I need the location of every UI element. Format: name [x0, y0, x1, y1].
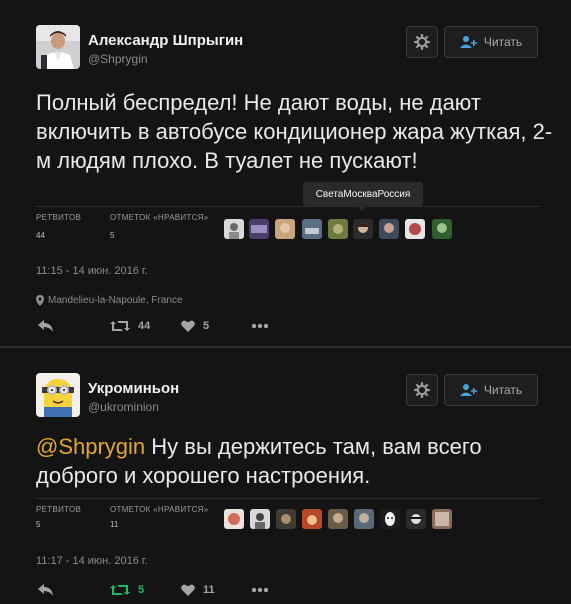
mention-link[interactable]: @Shprygin: [36, 434, 145, 459]
favoriter-avatar[interactable]: [224, 509, 244, 529]
favoriter-avatar[interactable]: [250, 509, 270, 529]
like-count: 11: [203, 584, 215, 596]
favoriter-avatar[interactable]: [379, 219, 399, 239]
favoriter-avatar[interactable]: [249, 219, 269, 239]
location-pin-icon: [36, 295, 44, 306]
author-name[interactable]: Укроминьон: [88, 380, 179, 397]
favoriter-avatar[interactable]: [406, 509, 426, 529]
likes-label: ОТМЕТОК «НРАВИТСЯ»: [110, 505, 209, 514]
tweet-text: @Shprygin Ну вы держитесь там, вам всего…: [36, 432, 556, 490]
follow-button[interactable]: Читать: [444, 374, 538, 406]
reply-icon: [38, 584, 53, 596]
tweet-text: Полный беспредел! Не дают воды, не дают …: [36, 90, 553, 173]
favoriter-avatar[interactable]: [354, 509, 374, 529]
reply-button[interactable]: [38, 320, 54, 332]
reply-icon: [38, 320, 53, 332]
retweets-label: РЕТВИТОВ: [36, 213, 82, 222]
retweet-button[interactable]: 5: [110, 584, 144, 596]
more-button[interactable]: [251, 320, 269, 332]
favoriter-avatar[interactable]: [432, 509, 452, 529]
follow-label: Читать: [483, 35, 523, 49]
author-name[interactable]: Александр Шпрыгин: [88, 32, 243, 49]
retweets-count[interactable]: 44: [36, 231, 45, 240]
favoriter-avatar[interactable]: [328, 219, 348, 239]
likes-count[interactable]: 11: [110, 520, 118, 529]
follow-user-icon: [459, 36, 477, 48]
retweet-button[interactable]: 44: [110, 320, 150, 332]
like-button[interactable]: 5: [181, 320, 209, 332]
gear-icon: [414, 382, 430, 398]
favoriter-avatar[interactable]: [353, 219, 373, 239]
tweet-card: Александр Шпрыгин @Shprygin Читать Полны…: [0, 0, 571, 346]
gear-button[interactable]: [406, 26, 438, 58]
retweets-count[interactable]: 5: [36, 520, 40, 529]
author-avatar[interactable]: [36, 25, 80, 69]
tooltip: СветаМоскваРоссия: [303, 182, 423, 211]
favoriter-avatar[interactable]: [380, 509, 400, 529]
retweet-count: 5: [138, 584, 145, 596]
more-icon: [251, 323, 269, 329]
author-handle[interactable]: @ukrominion: [88, 400, 159, 414]
tweet-card: Укроминьон @ukrominion Читать @Shprygin …: [0, 348, 571, 604]
follow-button[interactable]: Читать: [444, 26, 538, 58]
heart-icon: [181, 320, 195, 332]
divider: [36, 206, 540, 207]
like-button[interactable]: 11: [181, 584, 215, 596]
follow-user-icon: [459, 384, 477, 396]
gear-button[interactable]: [406, 374, 438, 406]
divider: [36, 498, 540, 499]
favoriter-avatar[interactable]: [276, 509, 296, 529]
favoriter-avatar[interactable]: [328, 509, 348, 529]
author-handle[interactable]: @Shprygin: [88, 52, 148, 66]
reply-button[interactable]: [38, 584, 54, 596]
retweets-label: РЕТВИТОВ: [36, 505, 82, 514]
heart-icon: [181, 584, 195, 596]
retweet-icon: [110, 321, 130, 331]
favoriter-avatar[interactable]: [405, 219, 425, 239]
favoriter-avatar[interactable]: [275, 219, 295, 239]
location[interactable]: Mandelieu-la-Napoule, France: [36, 295, 183, 306]
gear-icon: [414, 34, 430, 50]
location-label: Mandelieu-la-Napoule, France: [48, 295, 183, 306]
like-count: 5: [203, 320, 210, 332]
timestamp[interactable]: 11:15 - 14 июн. 2016 г.: [36, 265, 148, 277]
favoriter-avatar[interactable]: [432, 219, 452, 239]
follow-label: Читать: [483, 383, 523, 397]
timestamp[interactable]: 11:17 - 14 июн. 2016 г.: [36, 555, 148, 567]
favoriter-avatar[interactable]: [302, 509, 322, 529]
author-avatar[interactable]: [36, 373, 80, 417]
retweet-icon: [110, 585, 130, 595]
more-button[interactable]: [251, 584, 269, 596]
likes-label: ОТМЕТОК «НРАВИТСЯ»: [110, 213, 209, 222]
likes-count[interactable]: 5: [110, 231, 114, 240]
favoriter-avatar[interactable]: [302, 219, 322, 239]
favoriter-avatar[interactable]: [224, 219, 244, 239]
retweet-count: 44: [138, 320, 151, 332]
more-icon: [251, 587, 269, 593]
